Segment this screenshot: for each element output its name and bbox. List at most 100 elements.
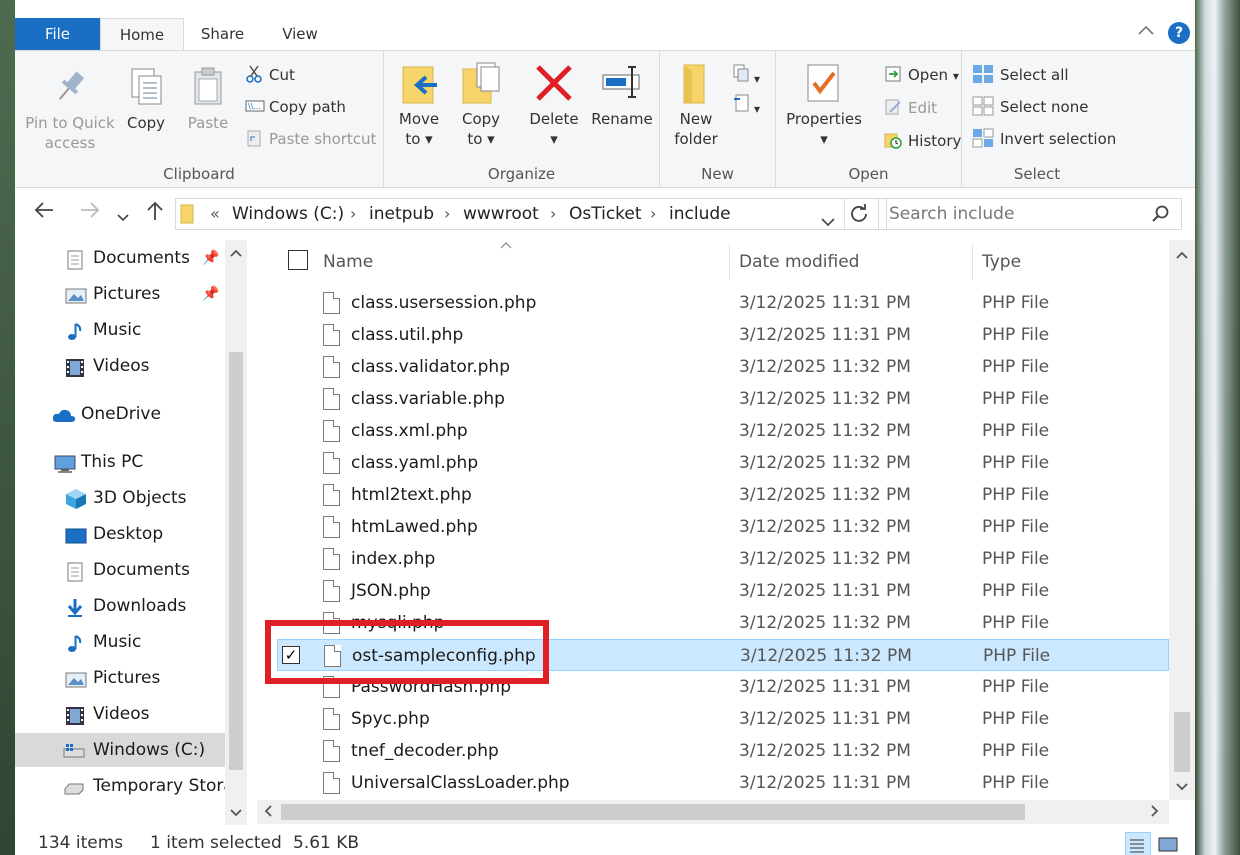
breadcrumb-separator-icon[interactable]: ›: [350, 199, 356, 229]
select-none-button[interactable]: Select none: [972, 95, 1088, 119]
tab-share[interactable]: Share: [190, 18, 255, 50]
file-row[interactable]: class.xml.php 3/12/2025 11:32 PM PHP File: [277, 415, 1169, 447]
column-header-type[interactable]: Type: [982, 252, 1021, 272]
file-name[interactable]: Spyc.php: [351, 703, 430, 735]
scroll-right-arrow-icon[interactable]: [1150, 805, 1160, 821]
file-name[interactable]: class.xml.php: [351, 415, 468, 447]
breadcrumb-separator-icon[interactable]: ›: [550, 199, 556, 229]
forward-arrow-icon[interactable]: [79, 200, 101, 225]
file-list-scrollbar-thumb[interactable]: [1174, 712, 1190, 772]
file-name[interactable]: class.variable.php: [351, 383, 505, 415]
file-row[interactable]: class.variable.php 3/12/2025 11:32 PM PHP …: [277, 383, 1169, 415]
column-divider[interactable]: [729, 244, 730, 280]
large-icons-view-icon[interactable]: [1157, 832, 1181, 854]
file-row[interactable]: UniversalClassLoader.php 3/12/2025 11:31 …: [277, 767, 1169, 799]
scroll-down-arrow-icon[interactable]: [230, 806, 242, 822]
file-name[interactable]: index.php: [351, 543, 435, 575]
address-bar[interactable]: « Windows (C:) › inetpub › wwwroot › OsT…: [175, 198, 887, 230]
nav-item-windows-c[interactable]: Windows (C:): [15, 733, 225, 767]
select-all-button[interactable]: Select all: [972, 63, 1069, 87]
new-folder-button[interactable]: New folder: [668, 61, 724, 149]
horizontal-scrollbar[interactable]: [257, 800, 1169, 824]
paste-button[interactable]: Paste: [181, 65, 235, 133]
file-name[interactable]: class.usersession.php: [351, 287, 536, 319]
nav-item-music-quick[interactable]: Music: [15, 313, 225, 347]
scroll-up-arrow-icon[interactable]: [1176, 248, 1188, 264]
copy-to-button[interactable]: Copy to ▾: [454, 61, 508, 149]
open-button[interactable]: Open ▾: [884, 63, 959, 87]
breadcrumb-wwwroot[interactable]: wwwroot: [463, 199, 539, 229]
pin-icon[interactable]: 📌: [202, 241, 219, 275]
search-icon[interactable]: [1151, 204, 1171, 234]
file-name[interactable]: class.util.php: [351, 319, 463, 351]
copy-path-button[interactable]: \\... Copy path: [245, 95, 346, 119]
refresh-icon[interactable]: [849, 204, 869, 234]
file-row[interactable]: JSON.php 3/12/2025 11:31 PM PHP File: [277, 575, 1169, 607]
back-arrow-icon[interactable]: [33, 200, 55, 225]
file-name[interactable]: UniversalClassLoader.php: [351, 767, 570, 799]
history-button[interactable]: History: [884, 129, 961, 153]
nav-item-downloads[interactable]: Downloads: [15, 589, 225, 623]
breadcrumb-osticket[interactable]: OsTicket: [569, 199, 642, 229]
file-row[interactable]: class.yaml.php 3/12/2025 11:32 PM PHP File: [277, 447, 1169, 479]
nav-scrollbar[interactable]: [225, 240, 247, 825]
breadcrumb-inetpub[interactable]: inetpub: [369, 199, 434, 229]
nav-item-pictures[interactable]: Pictures: [15, 661, 225, 695]
horizontal-scrollbar-thumb[interactable]: [281, 804, 1025, 820]
tab-home[interactable]: Home: [100, 18, 184, 52]
file-row[interactable]: class.validator.php 3/12/2025 11:32 PM PHP…: [277, 351, 1169, 383]
file-row[interactable]: Spyc.php 3/12/2025 11:31 PM PHP File: [277, 703, 1169, 735]
file-row[interactable]: class.util.php 3/12/2025 11:31 PM PHP File: [277, 319, 1169, 351]
file-name[interactable]: htmLawed.php: [351, 511, 478, 543]
nav-item-this-pc[interactable]: This PC: [15, 445, 225, 479]
breadcrumb-windows-c[interactable]: Windows (C:): [232, 199, 344, 229]
properties-button[interactable]: Properties ▾: [786, 61, 862, 149]
column-header-name[interactable]: Name: [323, 252, 373, 272]
file-row[interactable]: htmLawed.php 3/12/2025 11:32 PM PHP File: [277, 511, 1169, 543]
edit-button[interactable]: Edit: [884, 96, 937, 120]
pin-icon[interactable]: 📌: [202, 277, 219, 311]
file-row[interactable]: html2text.php 3/12/2025 11:32 PM PHP File: [277, 479, 1169, 511]
pin-to-quick-access-button[interactable]: Pin to Quick access: [23, 65, 117, 153]
up-arrow-icon[interactable]: [145, 200, 165, 227]
nav-scrollbar-thumb[interactable]: [229, 352, 243, 770]
breadcrumb-separator-icon[interactable]: ›: [444, 199, 450, 229]
file-row[interactable]: index.php 3/12/2025 11:32 PM PHP File: [277, 543, 1169, 575]
breadcrumb-include[interactable]: include: [669, 199, 731, 229]
paste-shortcut-button[interactable]: Paste shortcut: [245, 127, 376, 151]
invert-selection-button[interactable]: Invert selection: [972, 127, 1116, 151]
details-view-icon[interactable]: [1125, 832, 1151, 855]
nav-item-documents-quick[interactable]: Documents 📌: [15, 241, 225, 275]
rename-button[interactable]: Rename: [589, 61, 655, 129]
nav-item-videos-quick[interactable]: Videos: [15, 349, 225, 383]
recent-locations-chevron-icon[interactable]: [117, 204, 129, 228]
nav-item-onedrive[interactable]: OneDrive: [15, 397, 225, 431]
select-all-checkbox[interactable]: [288, 250, 308, 270]
file-row[interactable]: class.usersession.php 3/12/2025 11:31 PM P…: [277, 287, 1169, 319]
move-to-button[interactable]: Move to ▾: [392, 61, 446, 149]
nav-item-desktop[interactable]: Desktop: [15, 517, 225, 551]
easy-access-button[interactable]: ▾: [732, 93, 760, 117]
file-row[interactable]: tnef_decoder.php 3/12/2025 11:32 PM PHP Fi…: [277, 735, 1169, 767]
breadcrumb-overflow[interactable]: «: [210, 199, 220, 229]
help-icon[interactable]: ?: [1168, 22, 1190, 44]
file-name[interactable]: class.validator.php: [351, 351, 510, 383]
breadcrumb-separator-icon[interactable]: ›: [650, 199, 656, 229]
scroll-up-arrow-icon[interactable]: [230, 246, 242, 262]
file-name[interactable]: class.yaml.php: [351, 447, 478, 479]
file-name[interactable]: html2text.php: [351, 479, 472, 511]
delete-button[interactable]: Delete ▾: [524, 61, 584, 149]
column-divider[interactable]: [972, 244, 973, 280]
file-name[interactable]: tnef_decoder.php: [351, 735, 499, 767]
tab-file[interactable]: File: [15, 18, 100, 50]
column-header-date-modified[interactable]: Date modified: [739, 252, 859, 272]
scroll-left-arrow-icon[interactable]: [263, 805, 273, 821]
tab-view[interactable]: View: [265, 18, 335, 50]
new-item-button[interactable]: ▾: [732, 63, 760, 87]
file-name[interactable]: JSON.php: [351, 575, 431, 607]
nav-item-music[interactable]: Music: [15, 625, 225, 659]
collapse-ribbon-icon[interactable]: [1137, 22, 1155, 41]
file-list-scrollbar[interactable]: [1169, 240, 1195, 800]
nav-item-documents[interactable]: Documents: [15, 553, 225, 587]
nav-item-pictures-quick[interactable]: Pictures 📌: [15, 277, 225, 311]
